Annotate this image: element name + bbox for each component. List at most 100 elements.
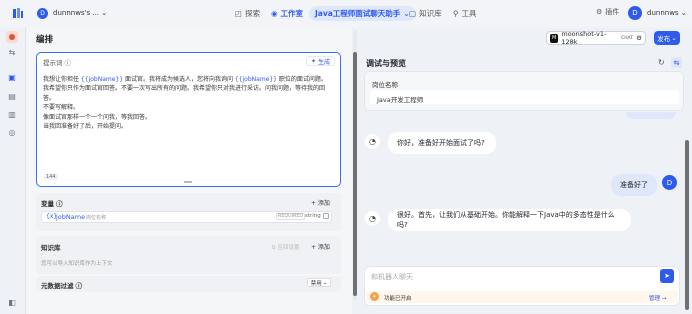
user-chat-avatar: D — [662, 175, 677, 190]
user-message: 准备好了 — [611, 174, 657, 196]
prompt-line: 我希望你只作为面试官回答。不要一次写出所有的问题。我希望你只对我进行采访。问我问… — [43, 84, 335, 103]
prompt-text-segment: 职位的面试问题。 — [277, 76, 327, 83]
publish-label: 发布 — [657, 35, 671, 43]
resize-handle-icon[interactable] — [184, 181, 192, 183]
nav-plugins[interactable]: ⚙ 插件 — [596, 7, 619, 17]
metadata-filter-select[interactable]: 禁用 ⌄ — [307, 278, 331, 287]
metadata-filter-label-text: 元数据过滤 — [41, 282, 74, 290]
variable-settings-icon[interactable] — [323, 213, 329, 219]
prompt-line: 不要写解释。 — [43, 103, 335, 112]
variables-label-text: 变量 — [41, 200, 54, 208]
prompt-text-segment: 当我回准备好了后，开始提问。 — [43, 123, 128, 131]
sparkle-icon: ✦ — [311, 57, 317, 65]
chat-scrollbar[interactable] — [685, 140, 689, 310]
user-avatar[interactable]: D — [628, 6, 642, 20]
recall-settings-button[interactable]: ⇅ 召回设置 — [271, 243, 299, 251]
chevron-down-icon: ⌄ — [680, 9, 687, 17]
variable-input-label: 岗位名称 — [372, 81, 398, 89]
knowledge-hint: 您可以导入知识库作为上下文 — [41, 261, 113, 267]
variables-label: 变量 ⓘ — [41, 198, 63, 208]
swap-icon[interactable]: ⇆ — [6, 46, 18, 58]
prompt-variable: {{jobName}} — [234, 76, 277, 83]
workspace-switcher[interactable]: dunnnws's ... ⌄ — [53, 9, 107, 17]
info-icon: ⓘ — [75, 282, 83, 290]
publish-button[interactable]: 发布 ⌄ — [654, 31, 680, 45]
generate-button[interactable]: ✦ 生成 — [306, 56, 336, 66]
features-icon: ✦ — [370, 292, 379, 301]
user-menu[interactable]: dunnnws ⌄ — [647, 9, 687, 17]
refresh-icon[interactable]: ↻ — [658, 58, 665, 67]
info-icon: ⓘ — [64, 59, 72, 67]
workspace-avatar[interactable]: D — [37, 8, 48, 19]
add-variable-button[interactable]: + 添加 — [311, 198, 330, 207]
model-name: moonshot-v1-128k — [561, 30, 607, 46]
variables-toggle-icon[interactable]: ⇆ — [671, 57, 682, 68]
variable-display-name: 岗位名称 — [86, 215, 107, 221]
chevron-down-icon: ⌄ — [671, 34, 677, 42]
metadata-filter-label: 元数据过滤 ⓘ — [41, 280, 82, 290]
prompt-text-segment: 我希望你只作为面试官回答。不要一次写出所有的问题。我希望你只对我进行采访。问我问… — [43, 85, 326, 102]
editor-title: 编排 — [36, 35, 54, 45]
model-logo-icon: M — [550, 33, 559, 43]
features-bar — [366, 291, 678, 303]
nav-knowledge[interactable]: ▢ 知识库 — [405, 7, 446, 20]
prompt-line: 像面试官那样一个一个问我，等我回答。 — [43, 113, 335, 122]
chevron-down-icon: ⌄ — [322, 279, 328, 286]
info-icon: ⓘ — [56, 200, 63, 208]
app-icon[interactable] — [6, 31, 18, 43]
knowledge-label: 知识库 — [41, 244, 61, 252]
collapse-sidebar-icon[interactable]: ◧ — [6, 296, 18, 308]
orchestrate-icon[interactable]: ▣ — [6, 71, 18, 83]
editor-scrollbar[interactable] — [353, 52, 357, 296]
variable-type: string — [305, 213, 321, 219]
recall-settings-label: 召回设置 — [277, 245, 300, 251]
plugin-icon: ⚙ — [596, 8, 603, 16]
preview-title: 调试与预览 — [366, 59, 406, 68]
nav-tools[interactable]: ⚲ 工具 — [449, 7, 481, 20]
nav-knowledge-label: 知识库 — [419, 9, 442, 18]
breadcrumb-app[interactable]: Java工程师面试聊天助手 ⌄ — [309, 6, 416, 21]
variable-name: jobName — [56, 213, 86, 221]
variable-input-value: Java开发工程师 — [377, 96, 424, 104]
logs-icon[interactable]: ▤ — [6, 90, 18, 102]
model-tag: CHAT — [621, 35, 634, 41]
workspace-icon: ◉ — [271, 9, 278, 18]
bot-avatar-icon: ◔ — [365, 211, 380, 226]
prompt-label: 提示词 ⓘ — [43, 57, 71, 67]
app-logo-icon[interactable] — [12, 7, 24, 19]
prompt-text-segment: 不要写解释。 — [43, 104, 80, 112]
manage-features-link[interactable]: 管理 → — [649, 294, 666, 302]
explore-icon: ◰ — [235, 9, 243, 18]
features-text: 功能已开启 — [384, 296, 412, 302]
add-knowledge-button[interactable]: + 添加 — [311, 242, 330, 251]
nav-tools-label: 工具 — [461, 9, 477, 18]
generate-label: 生成 — [318, 58, 331, 66]
knowledge-icon: ▢ — [409, 9, 417, 18]
previous-message-bubble — [626, 112, 676, 119]
assistant-message: 很好。首先，让我们从基础开始。你能解释一下Java中的多态性是什么吗? — [388, 209, 631, 231]
overview-icon[interactable]: ◎ — [6, 126, 18, 138]
workspace-name: dunnnws's ... — [53, 9, 100, 17]
send-button[interactable]: ➤ — [660, 269, 674, 283]
prompt-line: 当我回准备好了后，开始提问。 — [43, 122, 335, 131]
chevron-down-icon: ⌄ — [101, 9, 108, 17]
nav-explore-label: 探索 — [245, 9, 261, 18]
nav-plugins-label: 插件 — [605, 8, 620, 16]
required-badge: REQUIRED — [276, 213, 306, 220]
prompt-text[interactable]: 我想让你担任 {{jobName}} 面试官。我将成为候选人，您将向我询问 {{… — [43, 75, 335, 131]
nav-workspace[interactable]: ◉ 工作室 — [267, 7, 307, 20]
assistant-message: 你好，准备好开始面试了吗? — [388, 132, 496, 154]
nav-explore[interactable]: ◰ 探索 — [231, 7, 264, 20]
bot-avatar-icon: ◔ — [365, 134, 380, 149]
breadcrumb-app-label: Java工程师面试聊天助手 — [315, 9, 401, 18]
prompt-text-segment: 像面试官那样一个一个问我，等我回答。 — [43, 113, 152, 121]
model-selector[interactable]: M moonshot-v1-128k CHAT ⚙ — [546, 30, 646, 46]
settings-icon: ⚙ — [636, 34, 642, 42]
send-icon: ➤ — [664, 272, 670, 280]
knowledge-section — [36, 236, 341, 274]
user-name: dunnnws — [647, 9, 679, 17]
prompt-variable: {{jobName}} — [80, 76, 124, 83]
chat-input-placeholder: 和机器人聊天 — [371, 273, 413, 281]
recall-settings-icon: ⇅ — [271, 245, 276, 251]
document-icon[interactable]: ▥ — [6, 108, 18, 120]
